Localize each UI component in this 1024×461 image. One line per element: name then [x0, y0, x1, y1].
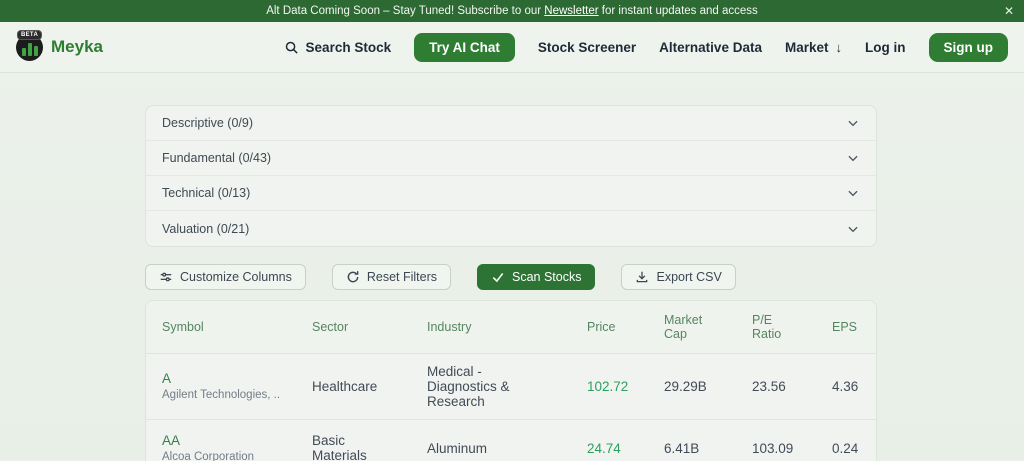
results-table-card: Symbol Sector Industry Price Market Cap … — [145, 300, 877, 461]
col-header-eps[interactable]: EPS — [816, 301, 876, 354]
top-navigation: BETA Meyka Search Stock Try AI Chat Stoc… — [0, 22, 1024, 73]
chevron-down-icon — [846, 151, 860, 165]
nav-alternative-data[interactable]: Alternative Data — [659, 40, 762, 55]
pe-ratio-cell: 23.56 — [736, 353, 816, 420]
brand[interactable]: BETA Meyka — [16, 29, 103, 61]
announcement-banner: Alt Data Coming Soon – Stay Tuned! Subsc… — [0, 0, 1024, 22]
accordion-fundamental[interactable]: Fundamental (0/43) — [146, 141, 876, 176]
try-ai-chat-button[interactable]: Try AI Chat — [414, 32, 515, 62]
company-name: Alcoa Corporation — [162, 451, 255, 461]
screener-toolbar: Customize Columns Reset Filters Scan Sto… — [145, 264, 877, 290]
accordion-technical-label: Technical (0/13) — [162, 186, 251, 200]
arrow-down-icon: ↓ — [835, 39, 843, 55]
nav-market-dropdown[interactable]: Market ↓ — [785, 40, 842, 55]
accordion-descriptive[interactable]: Descriptive (0/9) — [146, 106, 876, 141]
industry-cell: Aluminum — [411, 419, 571, 461]
newsletter-link[interactable]: Newsletter — [544, 5, 598, 17]
scan-stocks-button[interactable]: Scan Stocks — [477, 264, 596, 290]
chevron-down-icon — [846, 222, 860, 236]
sector-cell: Basic Materials — [296, 419, 411, 461]
table-row[interactable]: A Agilent Technologies, ... Healthcare M… — [146, 353, 876, 420]
customize-columns-label: Customize Columns — [180, 270, 292, 284]
pe-ratio-cell: 103.09 — [736, 419, 816, 461]
eps-cell: 0.24 — [816, 419, 876, 461]
nav-stock-screener[interactable]: Stock Screener — [538, 40, 636, 55]
beta-badge: BETA — [17, 29, 43, 40]
price-cell: 24.74 — [571, 419, 648, 461]
sign-up-button[interactable]: Sign up — [928, 32, 1008, 62]
reset-filters-label: Reset Filters — [366, 270, 437, 284]
nav-menu: Search Stock Try AI Chat Stock Screener … — [284, 32, 1008, 62]
market-cap-cell: 6.41B — [648, 419, 736, 461]
export-csv-label: Export CSV — [656, 270, 722, 284]
brand-name: Meyka — [51, 37, 103, 56]
col-header-pe-ratio[interactable]: P/E Ratio — [736, 301, 816, 354]
col-header-market-cap[interactable]: Market Cap — [648, 301, 736, 354]
company-name: Agilent Technologies, ... — [162, 389, 280, 401]
scan-stocks-label: Scan Stocks — [512, 270, 582, 284]
refresh-icon — [346, 270, 360, 284]
screener-content: Descriptive (0/9) Fundamental (0/43) Tec… — [145, 105, 877, 461]
col-header-price[interactable]: Price — [571, 301, 648, 354]
sector-cell: Healthcare — [296, 353, 411, 420]
customize-columns-button[interactable]: Customize Columns — [145, 264, 306, 290]
col-header-symbol[interactable]: Symbol — [146, 301, 296, 354]
results-table: Symbol Sector Industry Price Market Cap … — [146, 301, 876, 461]
table-header-row: Symbol Sector Industry Price Market Cap … — [146, 301, 876, 354]
nav-search-stock-label: Search Stock — [305, 39, 392, 55]
accordion-valuation[interactable]: Valuation (0/21) — [146, 211, 876, 246]
search-icon — [284, 40, 299, 55]
symbol-link[interactable]: AA — [162, 433, 280, 448]
banner-close-icon[interactable]: ✕ — [1004, 0, 1014, 22]
eps-cell: 4.36 — [816, 353, 876, 420]
symbol-link[interactable]: A — [162, 371, 280, 386]
meyka-logo-icon: BETA — [16, 29, 43, 61]
filter-accordion-card: Descriptive (0/9) Fundamental (0/43) Tec… — [145, 105, 877, 247]
col-header-industry[interactable]: Industry — [411, 301, 571, 354]
check-icon — [491, 270, 505, 284]
accordion-descriptive-label: Descriptive (0/9) — [162, 116, 253, 130]
accordion-valuation-label: Valuation (0/21) — [162, 221, 250, 236]
price-cell: 102.72 — [571, 353, 648, 420]
col-header-sector[interactable]: Sector — [296, 301, 411, 354]
nav-log-in[interactable]: Log in — [865, 40, 906, 55]
chevron-down-icon — [846, 186, 860, 200]
sliders-icon — [159, 270, 173, 284]
nav-search-stock[interactable]: Search Stock — [284, 39, 392, 55]
download-icon — [635, 270, 649, 284]
table-row[interactable]: AA Alcoa Corporation Basic Materials Alu… — [146, 419, 876, 461]
accordion-fundamental-label: Fundamental (0/43) — [162, 151, 272, 165]
accordion-technical[interactable]: Technical (0/13) — [146, 176, 876, 211]
market-cap-cell: 29.29B — [648, 353, 736, 420]
chevron-down-icon — [846, 116, 860, 130]
announcement-text: Alt Data Coming Soon – Stay Tuned! Subsc… — [266, 5, 758, 17]
industry-cell: Medical - Diagnostics & Research — [411, 353, 571, 420]
reset-filters-button[interactable]: Reset Filters — [331, 264, 451, 290]
nav-market-label: Market — [784, 39, 829, 55]
export-csv-button[interactable]: Export CSV — [621, 264, 736, 290]
